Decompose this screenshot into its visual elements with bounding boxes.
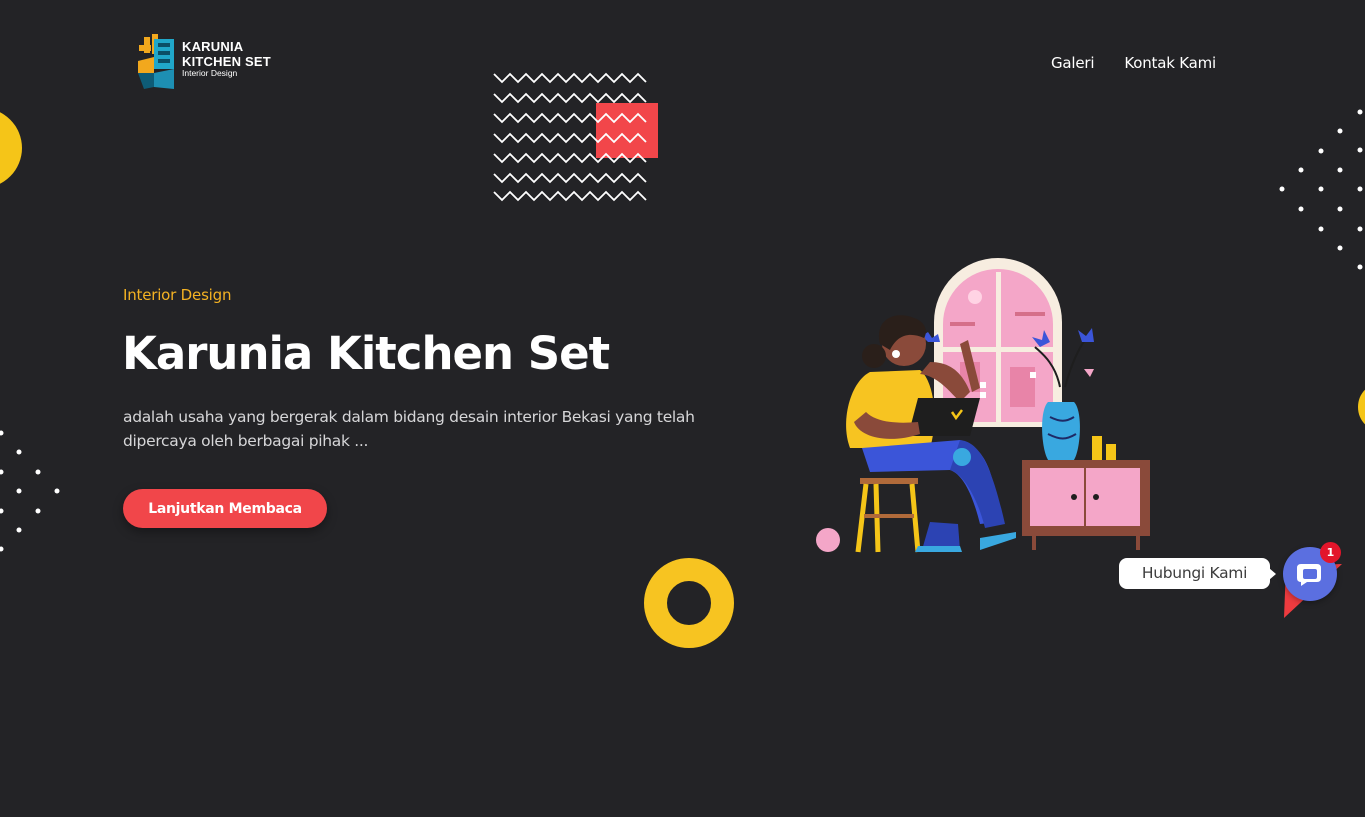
hero-eyebrow: Interior Design (123, 286, 232, 304)
hero-title: Karunia Kitchen Set (122, 327, 610, 380)
read-more-button[interactable]: Lanjutkan Membaca (123, 489, 327, 528)
yellow-circle-decoration (0, 108, 22, 188)
kitchen-set-logo-icon (138, 34, 174, 89)
nav-item-galeri[interactable]: Galeri (1051, 54, 1095, 72)
nav-item-kontak-kami[interactable]: Kontak Kami (1124, 54, 1216, 72)
dot-pattern-right-decoration (1279, 109, 1363, 270)
contact-us-label[interactable]: Hubungi Kami (1119, 558, 1276, 589)
zigzag-pattern-decoration (493, 72, 658, 202)
brand-logo[interactable]: KARUNIA KITCHEN SET Interior Design (136, 33, 286, 93)
dot-pattern-left-decoration (0, 430, 60, 552)
brand-name-line2: KITCHEN SET (182, 54, 271, 69)
brand-name-line1: KARUNIA (182, 39, 244, 54)
notification-badge: 1 (1320, 542, 1341, 563)
main-nav: Galeri Kontak Kami (1051, 54, 1216, 72)
woman-with-laptop-illustration (816, 258, 1150, 553)
hero-description: adalah usaha yang bergerak dalam bidang … (123, 408, 695, 450)
yellow-ring-edge-decoration (1358, 382, 1365, 432)
yellow-ring-decoration (644, 558, 734, 648)
chat-bubble-icon (1297, 564, 1321, 586)
brand-tagline: Interior Design (182, 68, 238, 78)
